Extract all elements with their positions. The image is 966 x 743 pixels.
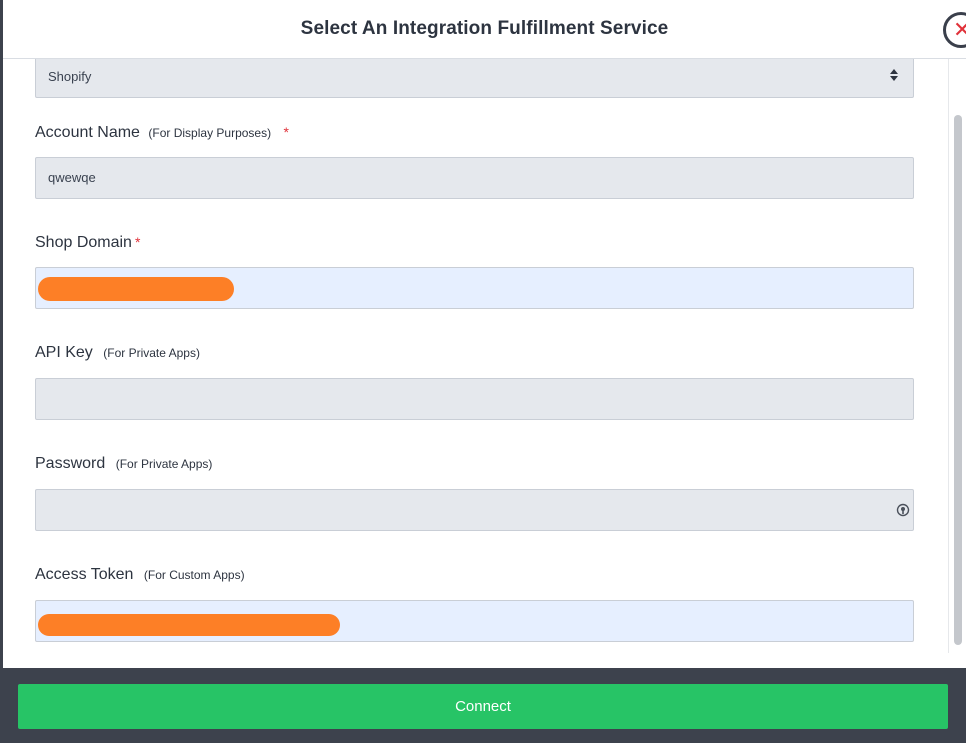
shop-domain-label: Shop Domain *: [35, 234, 140, 252]
integration-modal: Select An Integration Fulfillment Servic…: [3, 0, 966, 668]
connect-button[interactable]: Connect: [18, 684, 948, 729]
password-hint: (For Private Apps): [115, 457, 213, 471]
account-name-label: Account Name (For Display Purposes) *: [35, 124, 289, 142]
redacted-value: [38, 277, 234, 301]
required-asterisk: *: [283, 124, 289, 140]
account-name-value: qwewqe: [48, 170, 96, 185]
access-token-label-text: Access Token: [35, 566, 134, 583]
api-key-label-text: API Key: [35, 344, 93, 361]
close-icon: ✕: [953, 17, 966, 42]
service-select[interactable]: Shopify: [35, 59, 914, 98]
api-key-label: API Key (For Private Apps): [35, 344, 200, 362]
password-label: Password (For Private Apps): [35, 455, 212, 473]
api-key-input[interactable]: [35, 378, 914, 420]
required-asterisk: *: [134, 234, 141, 250]
select-arrows-icon: [890, 69, 898, 81]
access-token-hint: (For Custom Apps): [143, 568, 245, 582]
redacted-value: [38, 614, 340, 636]
account-name-input[interactable]: qwewqe: [35, 157, 914, 199]
modal-title: Select An Integration Fulfillment Servic…: [300, 18, 669, 39]
scrollbar-thumb[interactable]: [954, 115, 962, 645]
modal-footer: Connect: [0, 668, 966, 743]
account-name-hint: (For Display Purposes): [148, 126, 272, 140]
access-token-input[interactable]: [35, 600, 914, 642]
access-token-label: Access Token (For Custom Apps): [35, 566, 245, 584]
password-input[interactable]: [35, 489, 914, 531]
shop-domain-label-text: Shop Domain: [35, 234, 132, 251]
account-name-label-text: Account Name: [35, 124, 140, 141]
modal-header: Select An Integration Fulfillment Servic…: [3, 0, 966, 59]
password-manager-icon[interactable]: [896, 503, 910, 517]
service-select-value: Shopify: [48, 69, 92, 84]
api-key-hint: (For Private Apps): [103, 346, 200, 360]
scrollbar[interactable]: [948, 59, 966, 653]
password-label-text: Password: [35, 455, 106, 472]
shop-domain-input[interactable]: [35, 267, 914, 309]
modal-body: Shopify Account Name (For Display Purpos…: [3, 59, 966, 653]
